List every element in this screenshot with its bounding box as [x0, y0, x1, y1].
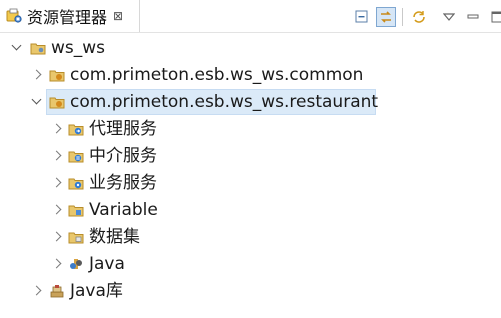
proxy-service-folder-icon [68, 121, 84, 137]
tree-item-label: com.primeton.esb.ws_ws.restaurant [70, 91, 379, 112]
package-icon [49, 94, 65, 110]
expanded-chevron-icon[interactable] [11, 40, 21, 53]
tree-item-mediation-services[interactable]: 中介服务 [0, 142, 501, 169]
tree-item-label: Variable [89, 199, 158, 220]
sync-icon [413, 11, 425, 23]
package-icon [49, 67, 65, 83]
view-title-bar: 资源管理器 ⊠ [0, 0, 501, 33]
view-tab-explorer[interactable]: 资源管理器 ⊠ [0, 0, 140, 32]
tree-item-label: 代理服务 [89, 118, 157, 139]
collapsed-chevron-icon[interactable] [51, 150, 61, 161]
collapsed-chevron-icon[interactable] [31, 69, 41, 80]
tree-item-label: ws_ws [51, 37, 106, 58]
link-with-editor-button[interactable] [376, 7, 396, 27]
tree-item-datasets[interactable]: 数据集 [0, 223, 501, 250]
tree-item-project[interactable]: ws_ws [0, 34, 501, 61]
collapsed-chevron-icon[interactable] [51, 231, 61, 242]
java-source-icon [68, 256, 84, 272]
collapsed-chevron-icon[interactable] [51, 258, 61, 269]
view-menu-button[interactable] [439, 7, 459, 27]
tree-item-label: 数据集 [89, 226, 140, 247]
project-tree: ws_ws com.primeton.esb.ws_ws.common com.… [0, 34, 501, 304]
link-with-editor-icon [381, 11, 391, 23]
minimize-button[interactable] [463, 7, 483, 27]
tree-item-label: Java [89, 253, 125, 274]
project-folder-icon [30, 40, 46, 56]
view-title: 资源管理器 [27, 8, 108, 27]
collapsed-chevron-icon[interactable] [51, 204, 61, 215]
collapsed-chevron-icon[interactable] [51, 123, 61, 134]
business-service-folder-icon [68, 175, 84, 191]
tree-item-package-common[interactable]: com.primeton.esb.ws_ws.common [0, 61, 501, 88]
expanded-chevron-icon[interactable] [31, 94, 41, 107]
tree-item-java[interactable]: Java [0, 250, 501, 277]
sync-button[interactable] [409, 7, 429, 27]
collapsed-chevron-icon[interactable] [31, 285, 41, 296]
view-toolbar [352, 6, 501, 28]
tree-item-label: Java库 [70, 280, 123, 301]
variable-folder-icon [68, 202, 84, 218]
library-icon [49, 283, 65, 299]
tree-item-label: 业务服务 [89, 172, 157, 193]
resource-explorer-icon [6, 8, 22, 24]
collapse-all-icon [355, 10, 368, 23]
maximize-button[interactable] [487, 7, 501, 27]
dataset-folder-icon [68, 229, 84, 245]
collapse-all-button[interactable] [352, 7, 372, 27]
tree-item-package-restaurant[interactable]: com.primeton.esb.ws_ws.restaurant [0, 88, 501, 115]
tree-item-proxy-services[interactable]: 代理服务 [0, 115, 501, 142]
tree-item-variable[interactable]: Variable [0, 196, 501, 223]
toolbar-separator [402, 8, 403, 26]
collapsed-chevron-icon[interactable] [51, 177, 61, 188]
tree-item-label: 中介服务 [89, 145, 157, 166]
minimize-icon [467, 14, 479, 19]
maximize-icon [491, 11, 501, 23]
mediation-service-folder-icon [68, 148, 84, 164]
tree-item-java-library[interactable]: Java库 [0, 277, 501, 304]
close-icon[interactable]: ⊠ [113, 10, 123, 22]
tree-item-business-services[interactable]: 业务服务 [0, 169, 501, 196]
view-menu-icon [443, 13, 455, 21]
tree-item-label: com.primeton.esb.ws_ws.common [70, 64, 364, 85]
